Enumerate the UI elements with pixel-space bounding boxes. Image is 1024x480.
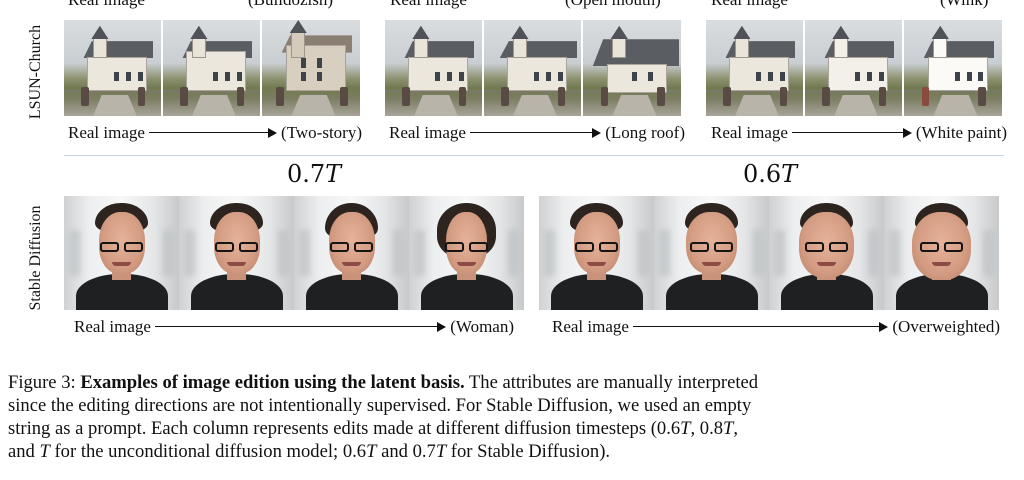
top-caption-right-2: (Open mouth) — [565, 0, 661, 8]
caption-start: Real image — [552, 317, 629, 336]
sd-caption-1: Real image (Woman) — [74, 316, 514, 338]
top-caption-right-1: (Bulldozish) — [248, 0, 333, 8]
caption-start: Real image — [68, 123, 145, 142]
sd-caption-2: Real image (Overweighted) — [552, 316, 1000, 338]
church-caption-3: Real image (White paint) — [711, 122, 1007, 144]
church-caption-1: Real image (Two-story) — [68, 122, 362, 144]
caption-start: Real image — [711, 123, 788, 142]
church-strip-3 — [706, 20, 1002, 116]
timestep-value: 0.6 — [743, 160, 782, 188]
caption-end: (Overweighted) — [892, 317, 1000, 336]
caption-line-4: and T for the unconditional diffusion mo… — [8, 441, 611, 462]
caption-line-1: Figure 3: Examples of image edition usin… — [8, 371, 1018, 394]
timestep-label-2: 0.6T — [743, 160, 797, 188]
portrait-image-edit — [654, 196, 769, 310]
church-strip-1 — [64, 20, 360, 116]
top-caption-left-2: Real image — [390, 0, 467, 8]
timestep-label-1: 0.7T — [287, 160, 341, 188]
portrait-image-woman — [409, 196, 524, 310]
timestep-value: 0.7 — [287, 160, 326, 188]
row-label-lsun-church: LSUN-Church — [27, 24, 44, 120]
figure-caption: Figure 3: Examples of image edition usin… — [8, 371, 1018, 463]
portrait-image-edit — [294, 196, 409, 310]
church-image-real — [385, 20, 482, 116]
row-separator — [64, 155, 1004, 156]
arrow-icon — [791, 122, 912, 144]
church-strip-2 — [385, 20, 681, 116]
portrait-image-edit — [179, 196, 294, 310]
top-caption-left-3: Real image — [711, 0, 788, 8]
arrow-icon — [148, 122, 278, 144]
arrow-icon — [632, 316, 889, 338]
sd-strip-1 — [64, 196, 524, 310]
church-image-edit — [163, 20, 260, 116]
church-caption-2: Real image (Long roof) — [389, 122, 685, 144]
church-image-real — [706, 20, 803, 116]
church-image-edit — [805, 20, 902, 116]
portrait-image-real — [64, 196, 179, 310]
portrait-image-overweighted — [884, 196, 999, 310]
caption-line-2: since the editing directions are not int… — [8, 395, 752, 416]
timestep-symbol: T — [781, 160, 798, 188]
church-image-two-story — [262, 20, 360, 116]
church-image-edit — [484, 20, 581, 116]
caption-text: The attributes are manually interpreted — [464, 372, 759, 393]
sd-strip-2 — [539, 196, 999, 310]
timestep-symbol: T — [325, 160, 342, 188]
caption-end: (White paint) — [915, 123, 1007, 142]
caption-end: (Two-story) — [281, 123, 362, 142]
top-caption-right-3: (Wink) — [940, 0, 988, 8]
caption-prefix: Figure 3: — [8, 372, 81, 393]
portrait-image-edit — [769, 196, 884, 310]
caption-start: Real image — [74, 317, 151, 336]
arrow-icon — [469, 122, 602, 144]
caption-title: Examples of image edition using the late… — [80, 372, 465, 393]
church-image-real — [64, 20, 161, 116]
portrait-image-real — [539, 196, 654, 310]
caption-start: Real image — [389, 123, 466, 142]
row-label-stable-diffusion: Stable Diffusion — [27, 205, 44, 311]
caption-end: (Woman) — [450, 317, 514, 336]
top-caption-left-1: Real image — [68, 0, 145, 8]
caption-line-3: string as a prompt. Each column represen… — [8, 418, 739, 439]
arrow-icon — [154, 316, 447, 338]
caption-end: (Long roof) — [605, 123, 685, 142]
church-image-long-roof — [583, 20, 681, 116]
church-image-white-paint — [904, 20, 1002, 116]
